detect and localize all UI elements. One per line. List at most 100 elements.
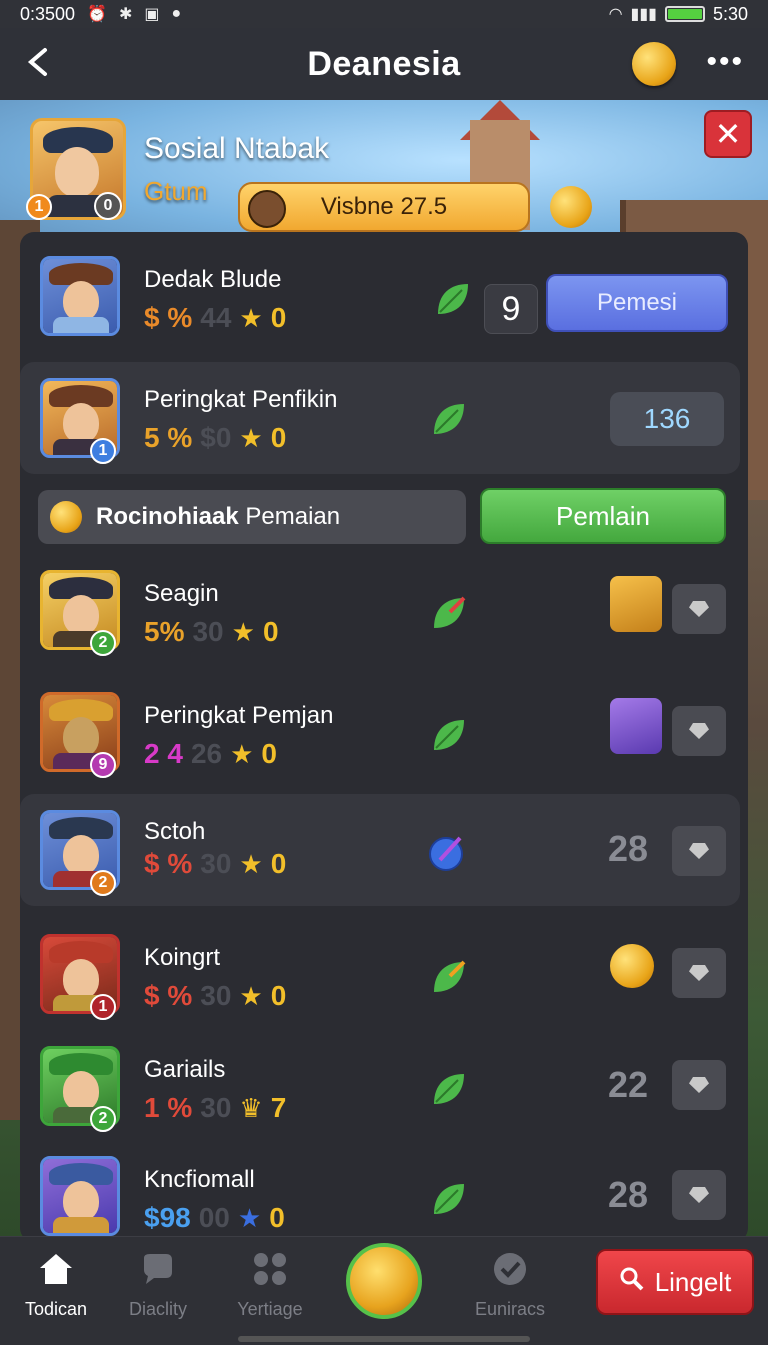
score-value: 28: [608, 1174, 649, 1215]
player-stats: 1 % 30 ♛ 7: [144, 1092, 287, 1123]
status-bar: 0:3500 ⏰ ✱ ▣ ● ◠ ▮▮▮ 5:30: [0, 0, 768, 28]
chevron-left-icon: [27, 48, 47, 76]
rank-badge: 1: [90, 994, 116, 1020]
players-filter-bar[interactable]: Rocinohiaak Pemaian: [38, 490, 466, 544]
coin-action-button[interactable]: [346, 1243, 422, 1319]
gem-button[interactable]: [672, 1060, 726, 1110]
rank-badge: 9: [90, 752, 116, 778]
coin-reward-icon[interactable]: [610, 944, 654, 988]
home-indicator: [238, 1336, 530, 1342]
list-item[interactable]: Kncfiomall $98 00 ★ 0 28: [20, 1140, 748, 1236]
score-value: 28: [608, 828, 649, 869]
close-button[interactable]: ✕: [704, 110, 752, 158]
coin-icon[interactable]: [632, 42, 676, 86]
signal-icon: ▮▮▮: [630, 6, 657, 23]
leaf-icon: [428, 1070, 468, 1110]
wifi-icon: ◠: [608, 6, 623, 23]
player-name: Sosial Ntabak: [144, 132, 330, 165]
player-stats: 5 % $0 ★ 0: [144, 422, 287, 453]
gem-button[interactable]: [672, 584, 726, 634]
star-icon: ★: [239, 848, 263, 879]
star-icon: ★: [230, 738, 254, 769]
gift-box-icon[interactable]: [610, 576, 662, 632]
chat-icon: [138, 1249, 178, 1289]
star-icon: ★: [239, 302, 263, 333]
coin-icon: [50, 501, 82, 533]
rank-number: 9: [484, 284, 538, 334]
compass-icon: [426, 832, 466, 872]
score-pill[interactable]: Visbne 27.5: [238, 182, 530, 232]
gem-button[interactable]: [672, 826, 726, 876]
gem-icon: [689, 1187, 709, 1203]
rank-badge: 2: [90, 630, 116, 656]
player-name: Peringkat Penfikin: [144, 386, 338, 413]
player-name: Gariails: [144, 1056, 226, 1083]
player-name: Dedak Blude: [144, 266, 282, 293]
home-icon: [36, 1249, 76, 1289]
leaf-arrow-icon: [428, 958, 468, 998]
location-icon: ●: [171, 5, 182, 22]
tab-home[interactable]: Todican: [6, 1249, 106, 1329]
star-icon: ★: [237, 1202, 262, 1233]
leaf-arrow-icon: [428, 594, 468, 634]
more-options-icon[interactable]: •••: [706, 47, 744, 77]
list-item[interactable]: 1 Koingrt $ % 30 ★ 0: [20, 918, 748, 1038]
bottom-nav: Todican Diaclity Yertiage Euniracs Linge…: [0, 1236, 768, 1345]
gem-icon: [689, 723, 709, 739]
avatar: [248, 190, 286, 228]
gem-icon: [689, 965, 709, 981]
player-stats: $ % 44 ★ 0: [144, 302, 287, 333]
close-icon: ✕: [714, 116, 742, 152]
gem-button[interactable]: [672, 948, 726, 998]
tab-grid[interactable]: Yertiage: [220, 1249, 320, 1329]
list-item[interactable]: 1 Peringkat Penfikin 5 % $0 ★ 0 136: [20, 362, 740, 474]
player-name: Kncfiomall: [144, 1166, 255, 1193]
gem-icon: [689, 1077, 709, 1093]
status-time: 0:3500: [20, 3, 76, 24]
leaf-icon: [428, 1180, 468, 1220]
score-pill-label: Visbne 27.5: [320, 193, 448, 220]
avatar: [40, 256, 120, 336]
pemlain-button[interactable]: Pemlain: [480, 488, 726, 544]
list-item[interactable]: 9 Peringkat Pemjan 2 4 26 ★ 0: [20, 676, 748, 796]
player-stats: $ % 30 ★ 0: [144, 980, 287, 1011]
gem-icon: [689, 843, 709, 859]
bluetooth-icon: ✱: [118, 6, 133, 23]
alarm-icon: ⏰: [87, 6, 107, 23]
player-stats: $98 00 ★ 0: [144, 1202, 285, 1233]
player-stats: 2 4 26 ★ 0: [144, 738, 277, 769]
player-subtitle: Gtum: [144, 176, 208, 206]
player-stats: 5% 30 ★ 0: [144, 616, 279, 647]
grid-icon: [250, 1249, 290, 1289]
clock: 5:30: [712, 3, 748, 24]
player-header: 1 0 Sosial Ntabak Gtum Visbne 27.5 ✕: [26, 110, 752, 240]
rank-badge: 1: [90, 438, 116, 464]
player-stats: $ % 30 ★ 0: [144, 848, 287, 879]
page-title: Deanesia: [307, 44, 461, 83]
gem-button[interactable]: [672, 1170, 726, 1220]
leaf-icon: [428, 716, 468, 756]
list-item[interactable]: 2 Gariails 1 % 30 ♛ 7 22: [20, 1030, 748, 1150]
tab-check[interactable]: Euniracs: [460, 1249, 560, 1329]
pemesi-button[interactable]: Pemesi: [546, 274, 728, 332]
list-item[interactable]: 2 Sctoh $ % 30 ★ 0 28: [20, 794, 740, 906]
search-button[interactable]: Lingelt: [596, 1249, 754, 1315]
player-name: Peringkat Pemjan: [144, 702, 334, 729]
leaf-icon: [432, 280, 472, 320]
rank-badge: 2: [90, 870, 116, 896]
star-icon: ★: [239, 422, 263, 453]
back-button[interactable]: [18, 42, 58, 82]
tab-activity[interactable]: Diaclity: [108, 1249, 208, 1329]
star-icon: ★: [239, 980, 263, 1011]
list-item[interactable]: Dedak Blude $ % 44 ★ 0 9 Pemesi: [20, 240, 748, 360]
score-value: 136: [610, 392, 724, 446]
mystery-box-icon[interactable]: [610, 698, 662, 754]
list-item[interactable]: 2 Seagin 5% 30 ★ 0: [20, 554, 748, 674]
coin-icon: [550, 186, 592, 228]
player-name: Koingrt: [144, 944, 221, 971]
player-name: Sctoh: [144, 818, 206, 845]
gem-button[interactable]: [672, 706, 726, 756]
rank-badge: 0: [94, 192, 122, 220]
player-name: Seagin: [144, 580, 219, 607]
rank-badge: 2: [90, 1106, 116, 1132]
